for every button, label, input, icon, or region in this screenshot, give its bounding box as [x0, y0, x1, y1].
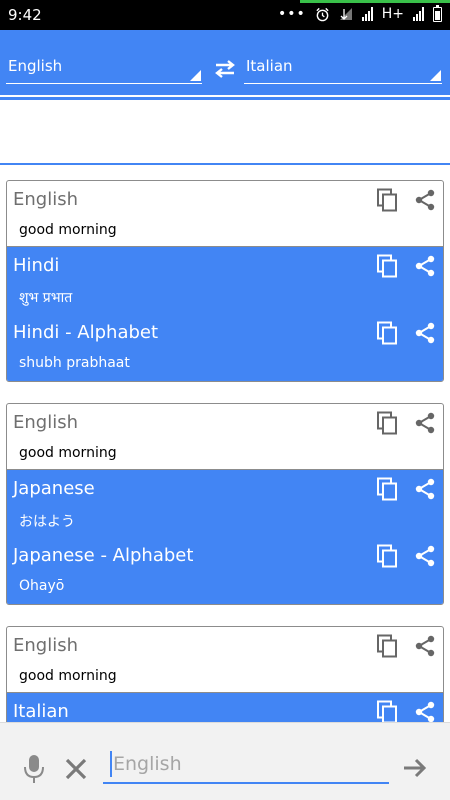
divider — [0, 163, 450, 165]
share-icon[interactable] — [413, 188, 437, 212]
copy-icon[interactable] — [375, 188, 399, 212]
share-icon[interactable] — [413, 544, 437, 568]
network-type: H+ — [381, 6, 404, 22]
arrow-right-icon[interactable] — [402, 755, 428, 781]
text-input[interactable]: English — [103, 747, 389, 784]
translation-text: shubh prabhaat — [19, 355, 130, 371]
source-row: English good morning — [7, 404, 443, 470]
copy-icon[interactable] — [375, 321, 399, 345]
share-icon[interactable] — [413, 411, 437, 435]
source-text: good morning — [19, 668, 117, 684]
copy-icon[interactable] — [375, 634, 399, 658]
share-icon[interactable] — [413, 634, 437, 658]
translation-language: Hindi — [13, 255, 60, 276]
translation-language: Japanese — [13, 478, 95, 499]
source-language-label: English — [8, 57, 63, 75]
clear-icon[interactable] — [64, 757, 88, 781]
signal-icon — [413, 7, 424, 21]
target-language-label: Italian — [246, 57, 293, 75]
dots-icon: ••• — [277, 6, 306, 22]
copy-icon[interactable] — [375, 544, 399, 568]
source-language: English — [13, 412, 78, 433]
translation-text: शुभ प्रभात — [19, 290, 73, 306]
copy-icon[interactable] — [375, 700, 399, 724]
translation-card: English good morning Italian — [6, 626, 444, 726]
translation-row: Japanese - Alphabet Ohayō — [7, 537, 443, 604]
input-placeholder: English — [113, 753, 182, 775]
share-icon[interactable] — [413, 254, 437, 278]
translation-text: Ohayō — [19, 578, 65, 594]
signal-off-icon — [339, 8, 352, 20]
source-row: English good morning — [7, 627, 443, 693]
text-cursor — [110, 751, 112, 777]
clock: 9:42 — [8, 6, 42, 24]
source-language-select[interactable]: English — [6, 50, 202, 84]
copy-icon[interactable] — [375, 254, 399, 278]
battery-icon — [433, 4, 442, 22]
source-row: English good morning — [7, 181, 443, 247]
translation-text: おはよう — [19, 514, 75, 530]
translation-row: Hindi शुभ प्रभात — [7, 247, 443, 314]
copy-icon[interactable] — [375, 477, 399, 501]
target-language-select[interactable]: Italian — [244, 50, 442, 84]
source-language: English — [13, 635, 78, 656]
translation-card: English good morning Hindi शुभ प्रभात Hi… — [6, 180, 444, 382]
divider — [0, 97, 450, 100]
translation-card: English good morning Japanese おはよう Japan… — [6, 403, 444, 605]
signal-icon — [361, 7, 373, 21]
translation-row: Japanese おはよう — [7, 470, 443, 537]
share-icon[interactable] — [413, 700, 437, 724]
source-text: good morning — [19, 445, 117, 461]
translation-row: Hindi - Alphabet shubh prabhaat — [7, 314, 443, 381]
source-language: English — [13, 189, 78, 210]
translation-language: Japanese - Alphabet — [13, 545, 194, 566]
share-icon[interactable] — [413, 321, 437, 345]
input-bar: English — [0, 722, 450, 800]
share-icon[interactable] — [413, 477, 437, 501]
dropdown-caret-icon — [430, 70, 441, 81]
swap-languages-icon[interactable] — [213, 59, 237, 79]
dropdown-caret-icon — [190, 70, 201, 81]
status-bar: 9:42 ••• H+ — [0, 0, 450, 30]
source-text: good morning — [19, 222, 117, 238]
translation-language: Hindi - Alphabet — [13, 322, 159, 343]
loading-progress — [300, 0, 450, 3]
copy-icon[interactable] — [375, 411, 399, 435]
alarm-icon — [316, 7, 329, 21]
microphone-icon[interactable] — [23, 754, 45, 784]
translation-language: Italian — [13, 701, 69, 722]
